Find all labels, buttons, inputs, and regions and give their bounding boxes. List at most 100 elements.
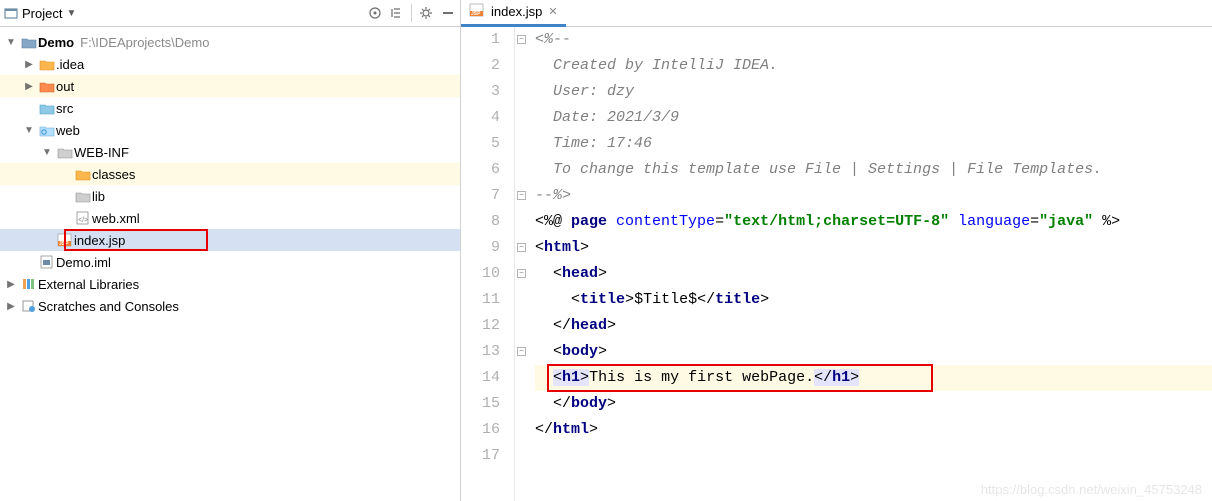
code-line: Date: 2021/3/9	[535, 105, 1212, 131]
project-dropdown[interactable]: Project ▼	[4, 6, 76, 21]
line-number: 14	[461, 365, 500, 391]
scratch-icon	[20, 298, 38, 314]
code-line: </head>	[535, 313, 1212, 339]
line-number: 5	[461, 131, 500, 157]
line-number: 9	[461, 235, 500, 261]
code-area[interactable]: <%-- Created by IntelliJ IDEA. User: dzy…	[529, 27, 1212, 501]
iml-file-icon	[38, 254, 56, 270]
code-line: <head>	[535, 261, 1212, 287]
folder-icon	[74, 166, 92, 182]
folder-icon	[56, 144, 74, 160]
project-toolbar: Project ▼	[0, 0, 460, 27]
chevron-right-icon: ▶	[20, 81, 38, 92]
tree-item-webinf[interactable]: ▼ WEB-INF	[0, 141, 460, 163]
tree-label: out	[56, 79, 74, 94]
line-number: 8	[461, 209, 500, 235]
code-line: User: dzy	[535, 79, 1212, 105]
fold-marker[interactable]: −	[517, 35, 526, 44]
code-line	[535, 443, 1212, 469]
line-number: 16	[461, 417, 500, 443]
chevron-down-icon: ▼	[2, 37, 20, 48]
tree-label: External Libraries	[38, 277, 139, 292]
fold-marker[interactable]: −	[517, 243, 526, 252]
tree-scratches[interactable]: ▶ Scratches and Consoles	[0, 295, 460, 317]
code-line: To change this template use File | Setti…	[535, 157, 1212, 183]
tree-label: Scratches and Consoles	[38, 299, 179, 314]
code-line: Created by IntelliJ IDEA.	[535, 53, 1212, 79]
fold-marker[interactable]: −	[517, 191, 526, 200]
code-line: <%--	[535, 27, 1212, 53]
gear-icon[interactable]	[418, 5, 434, 21]
close-icon[interactable]: ✕	[548, 5, 557, 18]
line-number: 2	[461, 53, 500, 79]
chevron-right-icon: ▶	[2, 279, 20, 290]
tree-label: Demo	[38, 35, 74, 50]
collapse-all-icon[interactable]	[389, 5, 405, 21]
tree-path: F:\IDEAprojects\Demo	[80, 35, 209, 50]
jsp-file-icon: JSP	[56, 232, 74, 248]
tree-label: classes	[92, 167, 135, 182]
chevron-down-icon: ▼	[38, 147, 56, 158]
web-folder-icon	[38, 122, 56, 138]
folder-icon	[74, 188, 92, 204]
code-line: </html>	[535, 417, 1212, 443]
line-number: 17	[461, 443, 500, 469]
line-number: 10	[461, 261, 500, 287]
tree-label: Demo.iml	[56, 255, 111, 270]
code-editor[interactable]: 1 2 3 4 5 6 7 8 9 10 11 12 13 14 15 16 1…	[461, 27, 1212, 501]
jsp-file-icon: JSP	[469, 3, 485, 20]
svg-text:JSP: JSP	[59, 241, 69, 247]
line-number: 3	[461, 79, 500, 105]
tree-project-root[interactable]: ▼ Demo F:\IDEAprojects\Demo	[0, 31, 460, 53]
tab-label: index.jsp	[491, 4, 542, 19]
source-folder-icon	[38, 100, 56, 116]
target-icon[interactable]	[367, 5, 383, 21]
fold-marker[interactable]: −	[517, 347, 526, 356]
collapse-icon[interactable]	[440, 5, 456, 21]
code-line: <h1>This is my first webPage.</h1>	[535, 365, 1212, 391]
chevron-down-icon: ▼	[20, 125, 38, 136]
tree-item-idea[interactable]: ▶ .idea	[0, 53, 460, 75]
tree-item-lib[interactable]: lib	[0, 185, 460, 207]
project-icon	[4, 6, 18, 20]
code-line: <%@ page contentType="text/html;charset=…	[535, 209, 1212, 235]
tree-label: src	[56, 101, 73, 116]
tab-indexjsp[interactable]: JSP index.jsp ✕	[461, 0, 566, 27]
tree-label: lib	[92, 189, 105, 204]
chevron-down-icon: ▼	[66, 8, 76, 19]
tree-item-webxml[interactable]: </> web.xml	[0, 207, 460, 229]
project-tree: ▼ Demo F:\IDEAprojects\Demo ▶ .idea ▶ ou…	[0, 27, 460, 501]
tree-item-out[interactable]: ▶ out	[0, 75, 460, 97]
tree-item-classes[interactable]: classes	[0, 163, 460, 185]
library-icon	[20, 276, 38, 292]
svg-text:</>: </>	[78, 217, 88, 224]
fold-marker[interactable]: −	[517, 269, 526, 278]
tree-external-libraries[interactable]: ▶ External Libraries	[0, 273, 460, 295]
code-line: --%>	[535, 183, 1212, 209]
code-line: <title>$Title$</title>	[535, 287, 1212, 313]
watermark: https://blog.csdn.net/weixin_45753248	[981, 482, 1202, 497]
line-number: 12	[461, 313, 500, 339]
toolbar-divider	[411, 4, 412, 22]
tree-item-demoiml[interactable]: Demo.iml	[0, 251, 460, 273]
tree-item-web[interactable]: ▼ web	[0, 119, 460, 141]
code-line: <body>	[535, 339, 1212, 365]
tree-label: web	[56, 123, 80, 138]
chevron-right-icon: ▶	[20, 59, 38, 70]
xml-file-icon: </>	[74, 210, 92, 226]
folder-icon	[38, 78, 56, 94]
line-number: 1	[461, 27, 500, 53]
folder-icon	[20, 34, 38, 50]
fold-column: − − − − −	[515, 27, 529, 501]
line-number: 4	[461, 105, 500, 131]
line-number: 15	[461, 391, 500, 417]
tree-item-indexjsp[interactable]: JSP index.jsp	[0, 229, 460, 251]
chevron-right-icon: ▶	[2, 301, 20, 312]
tree-item-src[interactable]: src	[0, 97, 460, 119]
code-line: Time: 17:46	[535, 131, 1212, 157]
line-number: 7	[461, 183, 500, 209]
line-number: 6	[461, 157, 500, 183]
line-number: 13	[461, 339, 500, 365]
tree-label: WEB-INF	[74, 145, 129, 160]
folder-icon	[38, 56, 56, 72]
